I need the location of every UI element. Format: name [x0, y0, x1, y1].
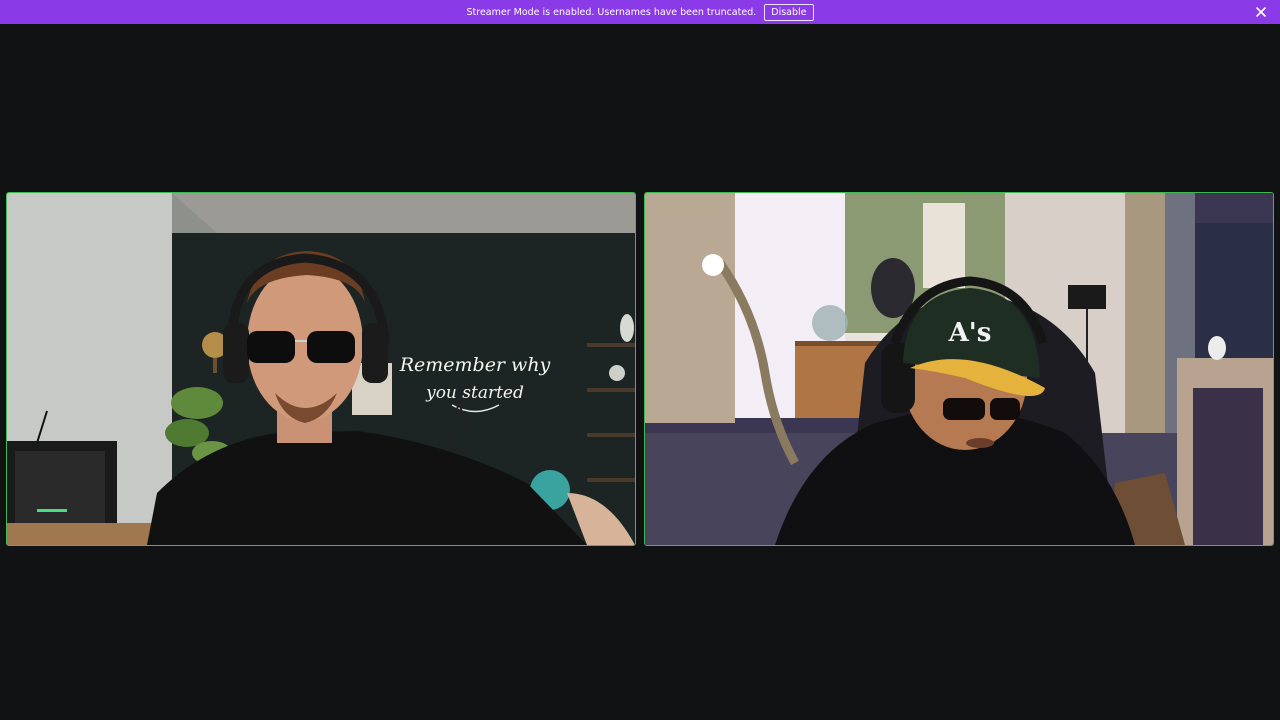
participant-video-tile-2[interactable]: A's — [644, 192, 1274, 546]
participant-video-tile-1[interactable]: Remember why you started — [6, 192, 636, 546]
streamer-mode-message: Streamer Mode is enabled. Usernames have… — [466, 6, 757, 18]
streamer-mode-banner: Streamer Mode is enabled. Usernames have… — [0, 0, 1280, 24]
disable-streamer-mode-button[interactable]: Disable — [764, 3, 814, 21]
participant-video-1: Remember why you started — [7, 193, 635, 545]
cap-logo: A's — [948, 318, 992, 348]
neon-sign-line-1: Remember why — [399, 354, 551, 376]
close-icon[interactable] — [1254, 5, 1268, 19]
neon-sign-line-2: you started — [425, 383, 524, 403]
participant-video-2: A's — [645, 193, 1273, 545]
